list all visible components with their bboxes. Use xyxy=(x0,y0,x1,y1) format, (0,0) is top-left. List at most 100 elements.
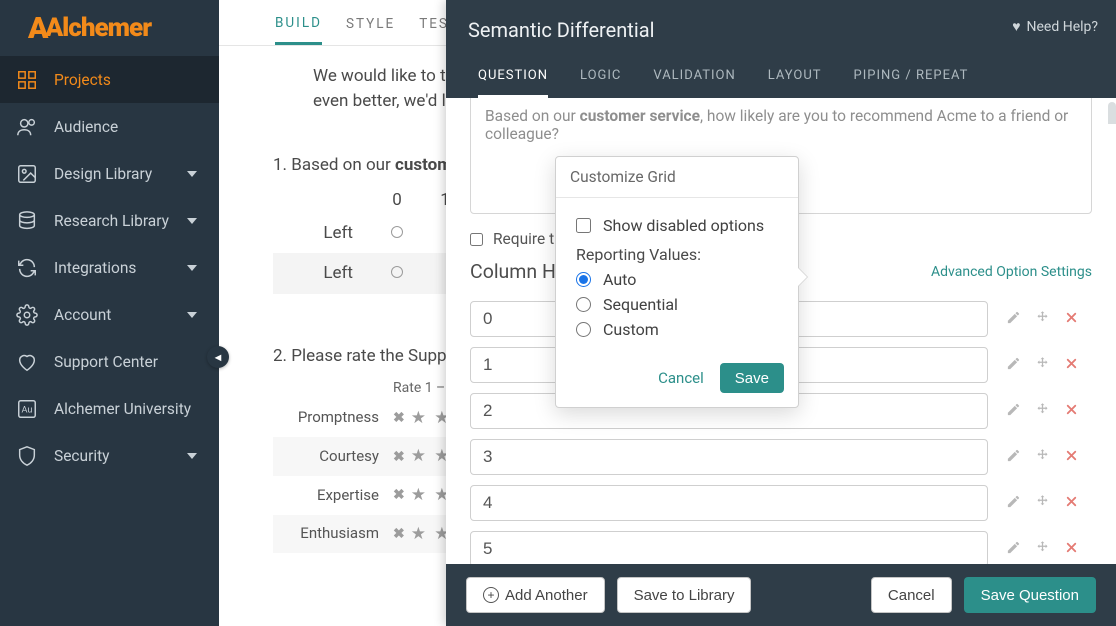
rating-row-label: Enthusiasm xyxy=(273,523,393,545)
move-icon[interactable] xyxy=(1035,448,1050,467)
add-another-button[interactable]: +Add Another xyxy=(466,577,605,613)
sidebar-item-projects[interactable]: Projects xyxy=(0,56,219,103)
popover-save-button[interactable]: Save xyxy=(720,363,784,393)
reporting-radio[interactable] xyxy=(576,272,591,287)
move-icon[interactable] xyxy=(1035,402,1050,421)
sync-icon xyxy=(16,257,38,279)
chevron-down-icon xyxy=(187,265,197,271)
sidebar-item-label: Integrations xyxy=(54,259,187,277)
header-input[interactable] xyxy=(470,439,988,475)
delete-icon[interactable] xyxy=(1064,356,1079,375)
sidebar-item-account[interactable]: Account xyxy=(0,291,219,338)
rating-row-label: Expertise xyxy=(273,485,393,507)
sidebar-item-label: Account xyxy=(54,306,187,324)
pencil-icon[interactable] xyxy=(1006,402,1021,421)
sidebar-item-label: Projects xyxy=(54,71,203,89)
diff-left-label: Left xyxy=(273,261,373,286)
tab-build[interactable]: BUILD xyxy=(275,1,322,45)
pencil-icon[interactable] xyxy=(1006,310,1021,329)
sidebar-item-support-center[interactable]: Support Center xyxy=(0,338,219,385)
sidebar-item-research-library[interactable]: Research Library xyxy=(0,197,219,244)
reporting-values-label: Reporting Values: xyxy=(576,245,778,264)
rating-row-label: Promptness xyxy=(273,407,393,429)
header-input[interactable] xyxy=(470,485,988,521)
sidebar-item-label: Alchemer University xyxy=(54,400,203,418)
scrollbar[interactable] xyxy=(1108,102,1116,503)
sidebar-item-label: Audience xyxy=(54,118,203,136)
pencil-icon[interactable] xyxy=(1006,356,1021,375)
delete-icon[interactable] xyxy=(1064,494,1079,513)
au-badge-icon: Au xyxy=(16,398,38,420)
gear-icon xyxy=(16,304,38,326)
sidebar-item-audience[interactable]: Audience xyxy=(0,103,219,150)
tab-style[interactable]: STYLE xyxy=(346,2,395,43)
header-input[interactable] xyxy=(470,531,988,564)
pencil-icon[interactable] xyxy=(1006,540,1021,559)
reporting-option-sequential[interactable]: Sequential xyxy=(576,295,778,314)
pencil-icon[interactable] xyxy=(1006,448,1021,467)
move-icon[interactable] xyxy=(1035,540,1050,559)
chevron-down-icon xyxy=(187,453,197,459)
panel-tab-logic[interactable]: LOGIC xyxy=(580,62,621,98)
delete-icon[interactable] xyxy=(1064,310,1079,329)
advanced-option-settings-link[interactable]: Advanced Option Settings xyxy=(931,264,1092,280)
sidebar-item-label: Design Library xyxy=(54,165,187,183)
move-icon[interactable] xyxy=(1035,494,1050,513)
sidebar-item-alchemer-university[interactable]: Au Alchemer University xyxy=(0,385,219,432)
clear-icon[interactable]: ✖ xyxy=(393,447,405,467)
delete-icon[interactable] xyxy=(1064,540,1079,559)
shield-icon xyxy=(16,445,38,467)
show-disabled-label: Show disabled options xyxy=(603,216,764,235)
pencil-icon[interactable] xyxy=(1006,494,1021,513)
sidebar-item-label: Research Library xyxy=(54,212,187,230)
scale-header: 0 xyxy=(373,188,421,213)
radio-option[interactable] xyxy=(391,266,403,278)
reporting-option-auto[interactable]: Auto xyxy=(576,270,778,289)
sidebar-item-security[interactable]: Security xyxy=(0,432,219,479)
diff-left-label: Left xyxy=(273,221,373,246)
heart-icon: ♥ xyxy=(1012,18,1020,35)
popover-cancel-link[interactable]: Cancel xyxy=(658,369,704,387)
chevron-down-icon xyxy=(187,171,197,177)
clear-icon[interactable]: ✖ xyxy=(393,485,405,505)
clear-icon[interactable]: ✖ xyxy=(393,524,405,544)
cancel-button[interactable]: Cancel xyxy=(871,577,952,613)
sidebar-item-label: Support Center xyxy=(54,353,203,371)
chevron-down-icon xyxy=(187,312,197,318)
heart-icon xyxy=(16,351,38,373)
panel-footer: +Add Another Save to Library Cancel Save… xyxy=(446,564,1116,626)
panel-tab-question[interactable]: QUESTION xyxy=(478,62,548,98)
grid-icon xyxy=(16,69,38,91)
popover-title: Customize Grid xyxy=(556,157,798,198)
image-icon xyxy=(16,163,38,185)
panel-title: Semantic Differential xyxy=(468,18,1094,42)
sidebar-item-label: Security xyxy=(54,447,187,465)
require-checkbox[interactable] xyxy=(470,233,483,246)
sidebar: AAlchemer Projects Audience Design Libra… xyxy=(0,0,219,626)
show-disabled-row[interactable]: Show disabled options xyxy=(576,216,778,235)
move-icon[interactable] xyxy=(1035,356,1050,375)
reporting-option-custom[interactable]: Custom xyxy=(576,320,778,339)
save-question-button[interactable]: Save Question xyxy=(964,577,1096,613)
delete-icon[interactable] xyxy=(1064,402,1079,421)
sidebar-item-integrations[interactable]: Integrations xyxy=(0,244,219,291)
panel-tab-piping[interactable]: PIPING / REPEAT xyxy=(854,62,969,98)
reporting-radio[interactable] xyxy=(576,297,591,312)
need-help-link[interactable]: ♥Need Help? xyxy=(1012,18,1098,35)
brand-logo: AAlchemer xyxy=(0,0,219,56)
save-to-library-button[interactable]: Save to Library xyxy=(617,577,752,613)
rating-row-label: Courtesy xyxy=(273,446,393,468)
sidebar-item-design-library[interactable]: Design Library xyxy=(0,150,219,197)
plus-icon: + xyxy=(483,587,499,603)
panel-tab-layout[interactable]: LAYOUT xyxy=(768,62,822,98)
clear-icon[interactable]: ✖ xyxy=(393,408,405,428)
users-icon xyxy=(16,116,38,138)
delete-icon[interactable] xyxy=(1064,448,1079,467)
show-disabled-checkbox[interactable] xyxy=(576,218,591,233)
panel-tab-validation[interactable]: VALIDATION xyxy=(653,62,735,98)
svg-text:Au: Au xyxy=(22,405,33,415)
chevron-down-icon xyxy=(187,218,197,224)
reporting-radio[interactable] xyxy=(576,322,591,337)
move-icon[interactable] xyxy=(1035,310,1050,329)
radio-option[interactable] xyxy=(391,226,403,238)
